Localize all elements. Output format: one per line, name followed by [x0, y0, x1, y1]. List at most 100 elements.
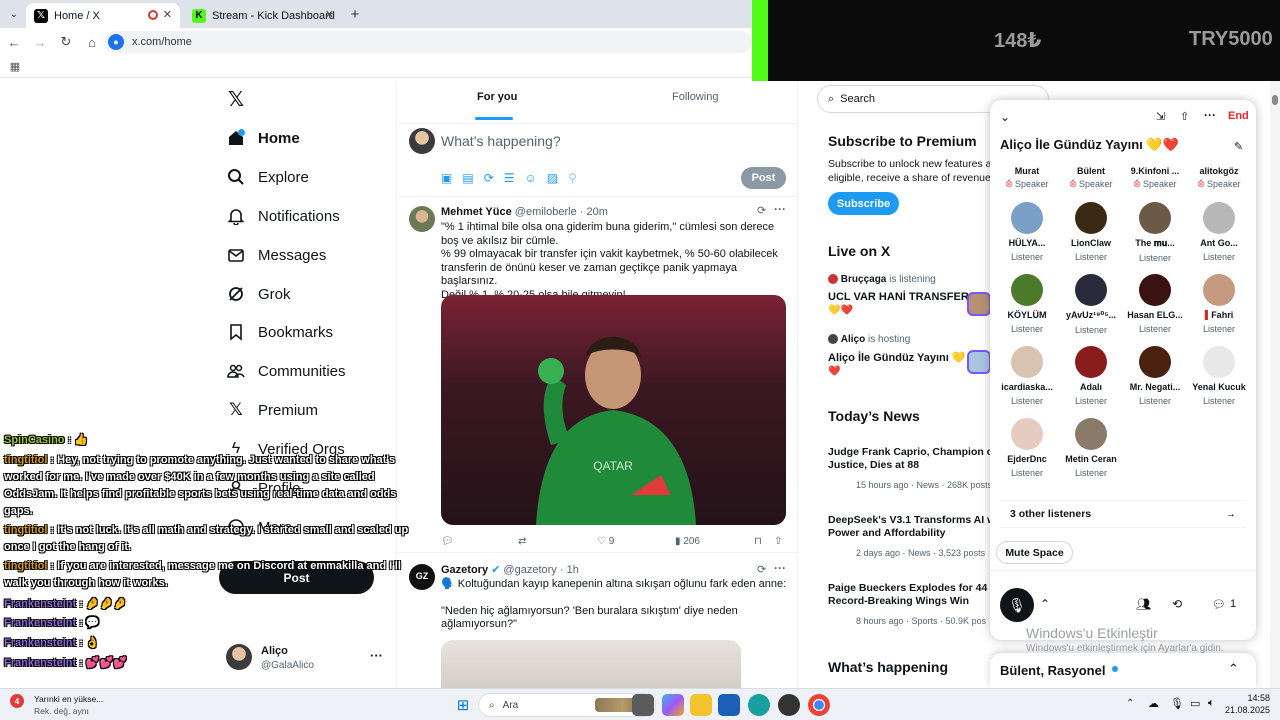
- share-icon[interactable]: ⇧: [1180, 110, 1189, 123]
- tray-chevron-icon[interactable]: ⌃: [1126, 698, 1134, 709]
- tweet-image[interactable]: [441, 640, 741, 688]
- network-icon[interactable]: ▭: [1190, 697, 1200, 710]
- expand-up-icon[interactable]: ⌃: [1228, 661, 1239, 677]
- listener[interactable]: LionClaw Listener: [1059, 202, 1123, 262]
- replies-button[interactable]: 💬︎ 1: [1212, 598, 1236, 611]
- clock-time[interactable]: 14:58: [1244, 693, 1270, 703]
- back-icon[interactable]: ←: [2, 30, 26, 54]
- media-icon[interactable]: ▣: [441, 171, 452, 185]
- subscribe-button[interactable]: Subscribe: [828, 192, 899, 215]
- speaker[interactable]: alitokgöz ⨶ Speaker: [1187, 166, 1251, 190]
- live-space-thumbnail[interactable]: [967, 292, 991, 316]
- chrome-icon[interactable]: [808, 694, 830, 716]
- apps-grid-icon[interactable]: ▦: [8, 59, 22, 73]
- nav-premium[interactable]: 𝕏 Premium: [226, 392, 318, 428]
- store-icon[interactable]: [718, 694, 740, 716]
- grok-icon[interactable]: ⟳: [484, 171, 494, 185]
- gif-icon[interactable]: ▤: [462, 171, 473, 185]
- news-item[interactable]: DeepSeek's V3.1 Transforms AI wi Power a…: [828, 514, 990, 560]
- chevron-down-icon[interactable]: ⌄: [1000, 110, 1010, 124]
- listener[interactable]: HÜLYA... Listener: [995, 202, 1059, 262]
- edge-icon[interactable]: [748, 694, 770, 716]
- other-listeners-row[interactable]: 3 other listeners →: [1000, 500, 1246, 528]
- live-item[interactable]: Aliço is hosting Aliço İle Gündüz Yayını…: [828, 334, 988, 377]
- schedule-icon[interactable]: ▨: [547, 171, 558, 185]
- address-bar[interactable]: ● x.com/home: [104, 31, 752, 53]
- tab-list-chevron-icon[interactable]: ⌄: [6, 6, 22, 22]
- volume-icon[interactable]: 🔈︎: [1208, 697, 1215, 710]
- microphone-icon[interactable]: 🎙︎: [1170, 697, 1184, 710]
- avatar[interactable]: [409, 206, 435, 232]
- nav-communities[interactable]: Communities: [226, 353, 346, 389]
- copilot-icon[interactable]: [662, 694, 684, 716]
- edit-pencil-icon[interactable]: ✎: [1234, 140, 1243, 153]
- bookmark-button[interactable]: ⊓: [754, 535, 762, 549]
- nav-explore[interactable]: Explore: [226, 159, 309, 195]
- nav-notifications[interactable]: Notifications: [226, 198, 340, 234]
- news-item[interactable]: Paige Bueckers Explodes for 44 Po Record…: [828, 582, 990, 628]
- home-icon[interactable]: ⌂: [80, 30, 104, 54]
- microphone-button[interactable]: 🎙︎: [1000, 588, 1034, 622]
- speaker[interactable]: Murat ⨶ Speaker: [995, 166, 1059, 190]
- nav-bookmarks[interactable]: Bookmarks: [226, 314, 333, 350]
- weather-widget[interactable]: 4 Yarınki en yükse... Rek. değ. aynı: [10, 692, 120, 718]
- close-tab-icon[interactable]: ✕: [163, 8, 172, 21]
- tab-kick-dashboard[interactable]: K Stream - Kick Dashboard ✕: [184, 3, 342, 28]
- tweet-image[interactable]: QATAR: [441, 295, 786, 525]
- clock-date[interactable]: 21.08.2025: [1222, 705, 1270, 715]
- space-mini-dock[interactable]: Bülent, Rasyonel ⌃: [990, 653, 1256, 689]
- speaker[interactable]: 9.Kinfoni ... ⨶ Speaker: [1123, 166, 1187, 190]
- onedrive-icon[interactable]: ☁: [1148, 697, 1159, 710]
- emoji-icon[interactable]: ☺: [525, 171, 537, 185]
- scrollbar[interactable]: [1270, 81, 1280, 688]
- live-item[interactable]: Bruççaga is listening UCL VAR HANİ TRANS…: [828, 274, 988, 316]
- tab-for-you[interactable]: For you: [477, 91, 517, 103]
- nav-messages[interactable]: Messages: [226, 237, 326, 273]
- file-explorer-icon[interactable]: [690, 694, 712, 716]
- share-button[interactable]: ⇧: [774, 535, 782, 549]
- account-switcher[interactable]: Aliço @GalaAlico ···: [226, 640, 386, 676]
- repost-button[interactable]: ⇄: [518, 535, 526, 549]
- grok-icon[interactable]: ⟳: [757, 205, 766, 219]
- news-item[interactable]: Judge Frank Caprio, Champion of Justice,…: [828, 446, 992, 492]
- poll-icon[interactable]: ☰: [504, 171, 515, 185]
- author-name[interactable]: Gazetory: [441, 564, 488, 576]
- chevron-up-icon[interactable]: ⌃: [1040, 597, 1050, 611]
- listener[interactable]: icardiaska... Listener: [995, 346, 1059, 406]
- task-view-icon[interactable]: [632, 694, 654, 716]
- minimize-icon[interactable]: ⇲: [1156, 110, 1165, 123]
- reply-button[interactable]: 💬︎: [441, 535, 454, 549]
- listener[interactable]: KÖYLÜM Listener: [995, 274, 1059, 334]
- listener[interactable]: Adalı Listener: [1059, 346, 1123, 406]
- composer-post-button[interactable]: Post: [741, 167, 786, 189]
- tweet[interactable]: GZ Gazetory ✔ @gazetory · 1h ⟳ ··· 🗣️ Ko…: [397, 561, 797, 688]
- grok-icon[interactable]: ⟳: [757, 564, 766, 578]
- mute-space-button[interactable]: Mute Space: [996, 541, 1073, 564]
- location-icon[interactable]: ⚲: [568, 171, 577, 185]
- x-logo-icon[interactable]: 𝕏: [226, 88, 246, 111]
- views-button[interactable]: ▮ 206: [675, 535, 700, 549]
- nav-home[interactable]: Home: [226, 120, 300, 156]
- tweet[interactable]: Mehmet Yüce @emiloberle · 20m ⟳ ··· "% 1…: [397, 202, 797, 549]
- more-dots-icon[interactable]: ···: [774, 202, 786, 217]
- nav-grok[interactable]: Grok: [226, 276, 291, 312]
- more-dots-icon[interactable]: ···: [774, 561, 786, 576]
- close-tab-icon[interactable]: ✕: [325, 8, 334, 21]
- reload-icon[interactable]: ↻: [54, 30, 78, 54]
- windows-start-icon[interactable]: ⊞: [454, 696, 472, 714]
- site-info-icon[interactable]: ●: [108, 34, 124, 50]
- listener[interactable]: Mr. Negati... Listener: [1123, 346, 1187, 406]
- gazetory-avatar[interactable]: GZ: [409, 564, 435, 590]
- speaker[interactable]: Bülent ⨶ Speaker: [1059, 166, 1123, 190]
- listener[interactable]: Ant Go... Listener: [1187, 202, 1251, 262]
- listener[interactable]: Hasan ELG... Listener: [1123, 274, 1187, 334]
- author-name[interactable]: Mehmet Yüce: [441, 206, 512, 218]
- listener[interactable]: ▌Fahri Listener: [1187, 274, 1251, 334]
- listener[interactable]: yAvUz¹⁹⁰⁵... Listener: [1059, 274, 1123, 335]
- forward-icon[interactable]: →: [28, 30, 52, 54]
- obs-icon[interactable]: [778, 694, 800, 716]
- listener[interactable]: EjderDnc Listener: [995, 418, 1059, 478]
- more-dots-icon[interactable]: ···: [1204, 108, 1216, 122]
- composer-input[interactable]: What’s happening?: [441, 133, 561, 149]
- scrollbar-thumb[interactable]: [1272, 95, 1278, 105]
